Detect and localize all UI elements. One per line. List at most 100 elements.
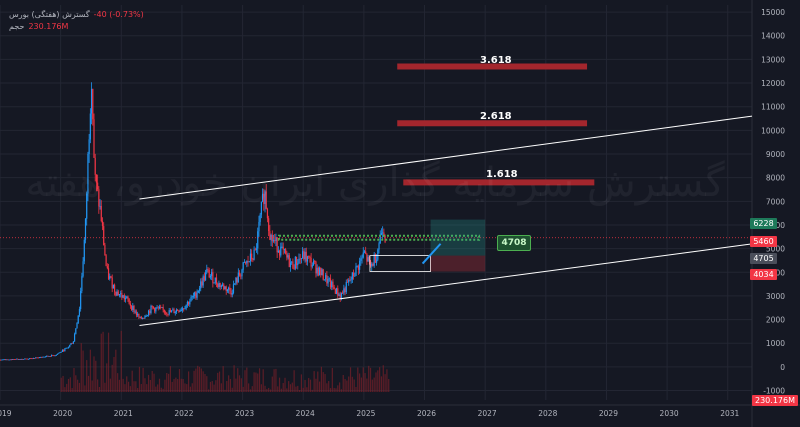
candle-body xyxy=(120,293,122,295)
candle-body xyxy=(272,240,275,242)
volume-bar xyxy=(233,365,235,392)
volume-bar xyxy=(60,377,62,392)
candle-body xyxy=(26,358,28,360)
candle-body xyxy=(37,357,39,359)
volume-bar xyxy=(260,384,262,392)
volume-bar xyxy=(82,350,84,392)
candle-body xyxy=(3,359,5,361)
volume-bar xyxy=(78,382,81,392)
volume-bar xyxy=(246,367,248,392)
candle-body xyxy=(266,208,269,219)
volume-bar xyxy=(320,366,323,392)
volume-bar xyxy=(126,376,128,392)
position-stop-zone xyxy=(430,255,486,272)
chart-legend: گسترش (هفتگی) بورس -40 (-0.73%) حجم 230.… xyxy=(9,9,144,33)
volume-bar xyxy=(382,365,384,392)
volume-bar xyxy=(213,384,215,392)
candle-body xyxy=(344,288,346,293)
volume-bar xyxy=(98,386,101,392)
volume-bar xyxy=(329,388,332,392)
candle-body xyxy=(49,356,51,357)
volume-bar xyxy=(300,374,302,392)
candle-body xyxy=(32,358,34,359)
volume-bar xyxy=(144,378,146,392)
candle-body xyxy=(43,356,45,358)
candle-body xyxy=(184,308,186,310)
candle-body xyxy=(177,309,179,311)
price-chart[interactable]: -100001000200030004000500060007000800090… xyxy=(0,0,800,427)
x-tick-label: 2023 xyxy=(235,409,254,418)
candle-body xyxy=(201,281,203,286)
volume-bar xyxy=(118,379,121,392)
volume-bar xyxy=(324,374,326,392)
volume-bar xyxy=(153,373,155,392)
candle-body xyxy=(200,281,202,289)
x-tick-label: 2026 xyxy=(417,409,436,418)
candle-body xyxy=(235,277,237,284)
candle-body xyxy=(137,313,139,316)
volume-bar xyxy=(206,376,208,392)
volume-bar xyxy=(360,377,363,392)
volume-bar xyxy=(317,371,319,392)
candle-body xyxy=(72,341,74,344)
volume-bar xyxy=(102,331,104,392)
candle-body xyxy=(115,291,117,296)
candle-body xyxy=(21,359,24,360)
candle-body xyxy=(180,310,182,311)
volume-bar xyxy=(195,368,197,392)
candle-body xyxy=(295,256,298,266)
candle-body xyxy=(107,268,110,279)
volume-bar xyxy=(268,387,270,392)
volume-bar xyxy=(162,388,164,392)
volume-bar xyxy=(164,379,166,392)
y-tick-label: 11000 xyxy=(761,103,785,112)
volume-bar xyxy=(64,387,66,392)
volume-bar xyxy=(302,387,304,392)
volume-bar xyxy=(182,379,184,392)
candle-body xyxy=(260,201,262,215)
candle-body xyxy=(31,358,33,360)
candle-body xyxy=(203,276,205,281)
fib-label-2618: 2.618 xyxy=(480,111,512,122)
candle-body xyxy=(259,214,261,222)
candle-body xyxy=(207,269,209,270)
candle-body xyxy=(18,359,20,360)
candle-body xyxy=(130,305,133,310)
candle-body xyxy=(1,359,3,361)
volume-bar xyxy=(84,385,86,392)
candle-body xyxy=(10,359,13,361)
y-tick-label: 8000 xyxy=(766,174,785,183)
candle-body xyxy=(219,282,221,287)
candle-body xyxy=(362,252,364,258)
y-tick-label: 2000 xyxy=(766,316,785,325)
candle-body xyxy=(123,295,125,300)
volume-bar xyxy=(375,372,377,392)
volume-bar xyxy=(160,387,162,392)
volume-bar xyxy=(138,366,141,392)
volume-bar xyxy=(359,373,361,392)
candle-body xyxy=(97,182,99,190)
volume-bar xyxy=(262,369,264,392)
candle-body xyxy=(277,250,279,253)
candle-body xyxy=(81,276,83,292)
candle-body xyxy=(70,343,72,345)
volume-bar xyxy=(224,389,226,392)
volume-bar xyxy=(178,369,181,392)
candle-body xyxy=(248,261,250,263)
volume-bar xyxy=(286,388,288,392)
candle-body xyxy=(8,359,10,361)
volume-bar xyxy=(184,383,186,392)
volume-bar xyxy=(151,371,153,392)
volume-bar xyxy=(107,332,110,392)
volume-bar xyxy=(242,386,244,392)
candle-body xyxy=(80,291,82,310)
volume-bar xyxy=(322,372,324,392)
volume-bar xyxy=(115,349,117,392)
candle-body xyxy=(361,257,363,259)
candle-body xyxy=(249,253,252,262)
volume-bar xyxy=(244,370,246,392)
volume-bar xyxy=(75,375,77,392)
candle-body xyxy=(35,357,37,359)
volume-bar xyxy=(117,373,119,392)
candle-body xyxy=(327,279,329,284)
